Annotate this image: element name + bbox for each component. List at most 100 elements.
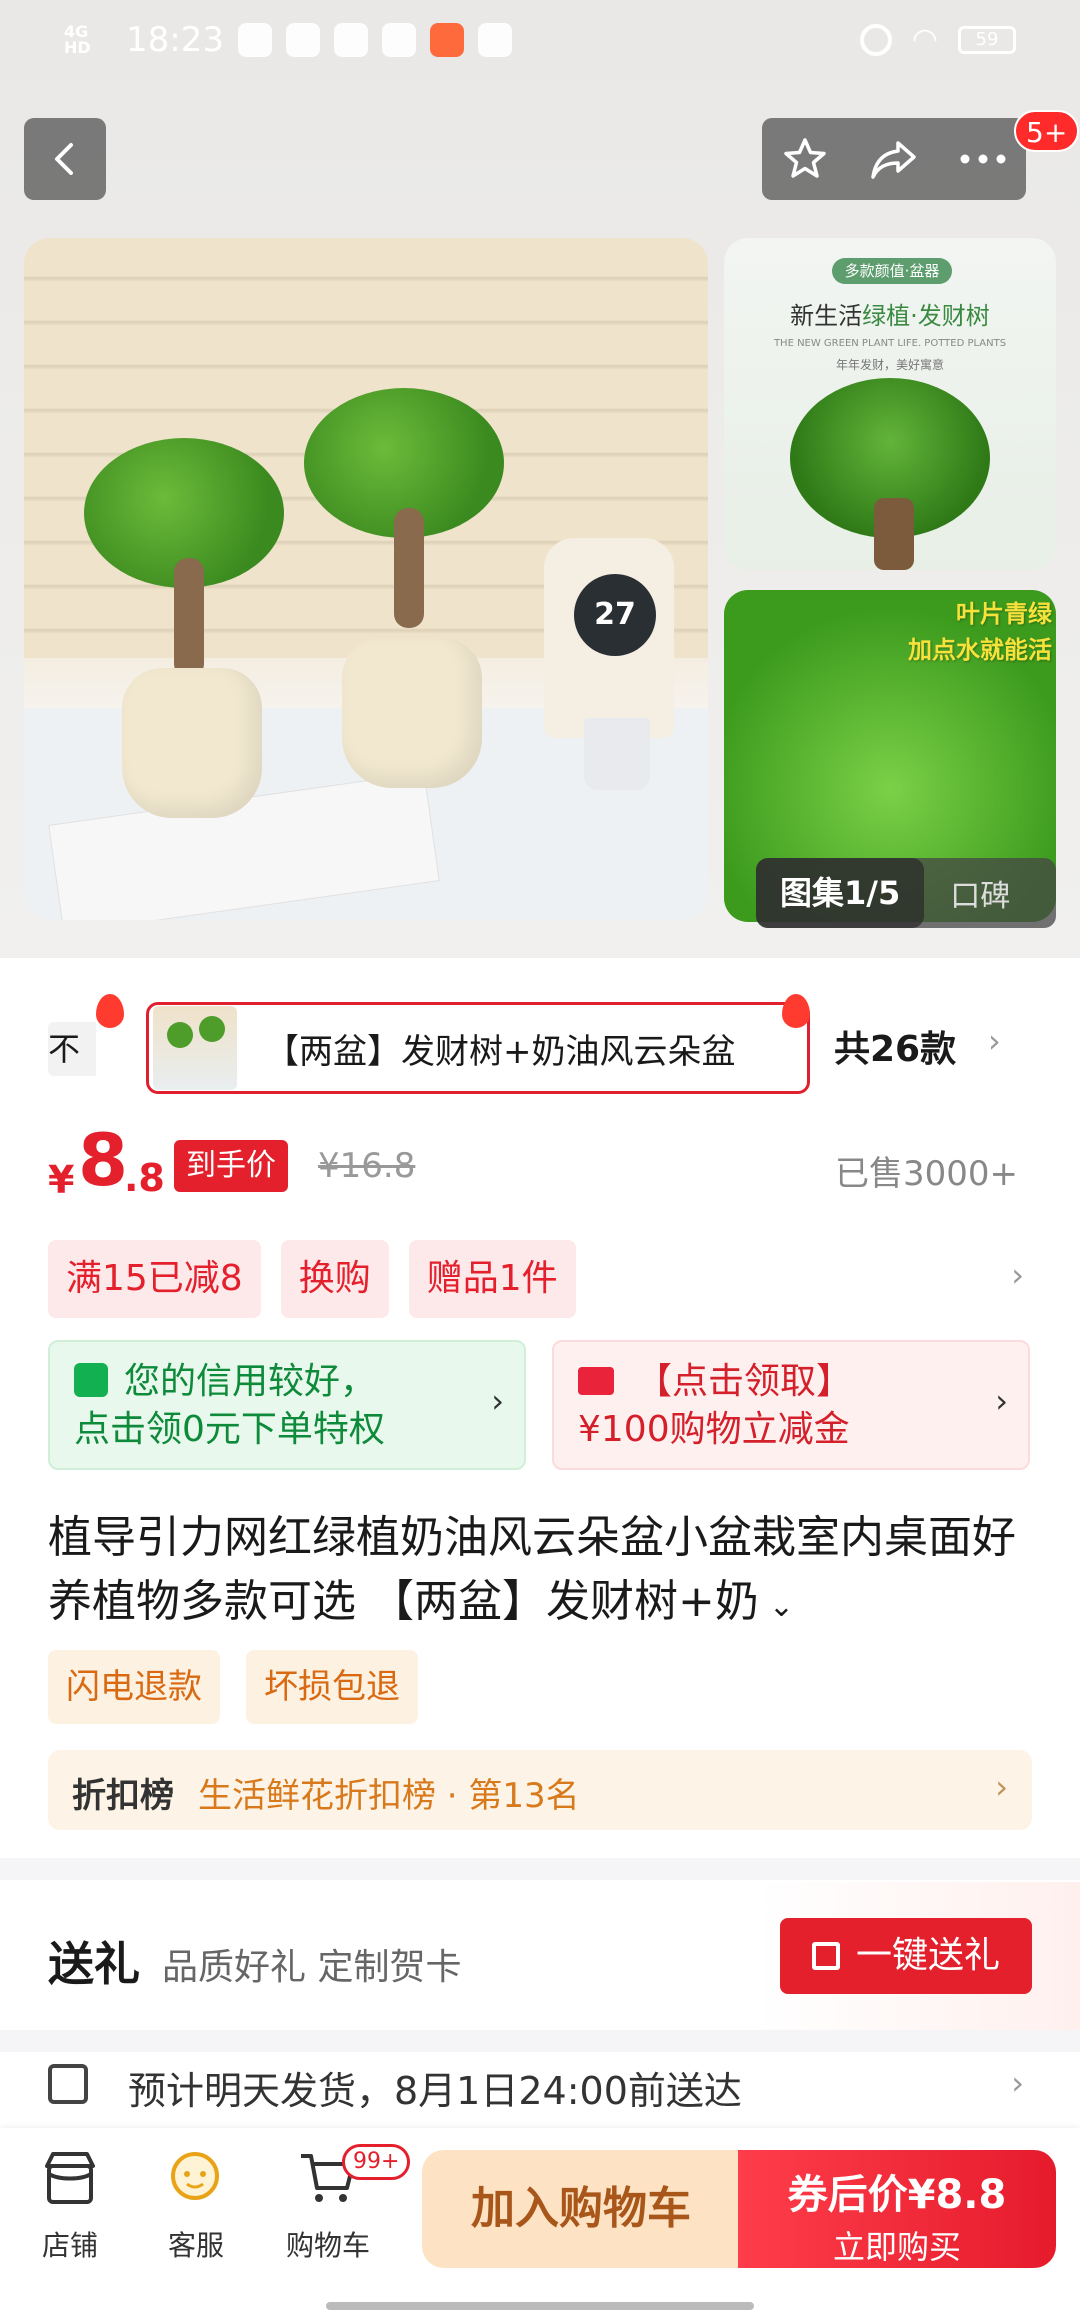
service-tags: 闪电退款 坏损包退 [48,1650,418,1724]
gift-title: 送礼 [48,1937,140,1991]
variant-selector: 不 【两盆】发财树+奶油风云朵盆 共26款 › [0,994,1080,1094]
cloud-icon [237,23,272,57]
ranking-text: 生活鲜花折扣榜 · 第13名 [198,1776,580,1816]
thumbnail-tag: 多款颜值·盆器 [832,258,952,284]
thumbnail-caption: 叶片青绿 加点水就能活 [908,600,1052,664]
section-divider [0,2030,1080,2052]
tab-gallery[interactable]: 图集1/5 [756,858,925,928]
back-button[interactable] [24,118,106,200]
plant-trunk [874,498,914,570]
gallery-thumbnail[interactable]: 多款颜值·盆器 新生活绿植·发财树 THE NEW GREEN PLANT LI… [724,238,1056,570]
clock-face: 27 [574,574,656,656]
ranking-bar[interactable]: 折扣榜 生活鲜花折扣榜 · 第13名 › [48,1750,1032,1830]
thumbnail-slogan: 年年发财，美好寓意 [835,358,944,372]
app-notification-icon [285,23,320,57]
customer-service-icon [171,2152,219,2200]
shipping-text: 预计明天发货，8月1日24:00前送达 [128,2069,742,2113]
plant-trunk [174,558,204,678]
gift-icon [811,1942,840,1970]
product-title[interactable]: 植导引力网红绿植奶油风云朵盆小盆栽室内桌面好养植物多款可选 【两盆】发财树+奶 ⌄ [48,1506,1038,1639]
product-gallery-area: 4G HD 18:23 ◠ 59 5+ 27 多款颜值·盆器 新生活绿植·发财树… [0,0,1080,958]
chevron-right-icon[interactable]: › [988,1022,1001,1060]
alarm-icon [859,23,892,56]
variant-label: 【两盆】发财树+奶油风云朵盆 [265,1031,736,1072]
battery-icon: 59 [958,25,1016,54]
card-text: 【点击领取】 [636,1361,853,1402]
star-icon[interactable] [781,135,829,183]
plant-trunk [394,508,424,628]
nav-store[interactable]: 店铺 [10,2148,130,2264]
chevron-right-icon: › [995,1768,1008,1806]
credit-privilege-card[interactable]: 您的信用较好， 点击领0元下单特权 › [48,1340,526,1470]
ranking-label: 折扣榜 [72,1776,174,1816]
cart-count-badge: 99+ [342,2144,411,2180]
card-text: ¥100购物立减金 [578,1409,850,1450]
hot-icon [96,994,124,1028]
section-divider [0,1858,1080,1880]
service-tag: 闪电退款 [48,1650,220,1724]
variant-thumbnail [153,1006,237,1090]
tab-reviews[interactable]: 口碑 [924,871,1010,915]
nav-cart[interactable]: 99+ 购物车 [268,2144,411,2264]
status-time: 18:23 [126,20,224,60]
variant-count[interactable]: 共26款 [834,1020,956,1072]
cup [584,718,650,790]
promotion-tags[interactable]: 满15已减8 换购 赠品1件 [48,1240,576,1318]
more-icon[interactable] [959,153,1007,165]
chevron-right-icon: › [491,1382,504,1420]
variant-chip[interactable]: 不 [48,1022,96,1076]
bottom-action-bar: 店铺 客服 99+ 购物车 加入购物车 券后价¥8.8 立即购买 [0,2128,1080,2316]
service-tag: 坏损包退 [246,1650,418,1724]
thumbnail-subtitle: THE NEW GREEN PLANT LIFE. POTTED PLANTS [773,338,1007,349]
coupon-card[interactable]: 【点击领取】 ¥100购物立减金 › [552,1340,1030,1470]
variant-chip-selected[interactable]: 【两盆】发财树+奶油风云朵盆 [146,1002,810,1094]
app-notification-icon [333,23,368,57]
shopping-bag-icon [74,1363,108,1397]
thumbnail-title: 新生活绿植·发财树 [790,302,990,330]
main-product-image[interactable]: 27 [24,238,708,920]
card-text: 点击领0元下单特权 [74,1409,385,1450]
hot-icon [782,994,810,1028]
buy-now-button[interactable]: 券后价¥8.8 立即购买 [738,2150,1056,2268]
card-text: 您的信用较好， [124,1361,377,1402]
back-icon [55,143,73,175]
chevron-down-icon[interactable]: ⌄ [769,1589,794,1624]
delivery-icon [48,2064,88,2104]
status-bar: 4G HD 18:23 ◠ 59 [0,0,1080,84]
promo-tag: 赠品1件 [408,1240,576,1318]
send-gift-button[interactable]: 一键送礼 [780,1918,1032,1994]
price-decimal: .8 [124,1156,165,1200]
store-icon [45,2152,95,2204]
product-details: 不 【两盆】发财树+奶油风云朵盆 共26款 › ¥ 8 .8 到手价 ¥16.8… [0,958,1080,2316]
promo-tag: 换购 [280,1240,389,1318]
wifi-icon: ◠ [911,22,938,57]
cloud-pot [342,638,482,788]
desk-clock: 27 [544,538,674,738]
app-notification-icon [429,23,464,57]
original-price: ¥16.8 [318,1146,416,1186]
share-icon[interactable] [868,135,920,183]
promo-tag: 满15已减8 [48,1240,261,1318]
book-icon [381,23,416,57]
weibo-icon [477,23,512,57]
price-integer: 8 [78,1118,129,1202]
gift-subtitle: 品质好礼 定制贺卡 [162,1947,462,1988]
header-actions [762,118,1026,200]
chevron-right-icon[interactable]: › [1011,1256,1024,1294]
card-icon [578,1367,614,1395]
final-price-tag: 到手价 [174,1140,288,1192]
price-row: ¥ 8 .8 到手价 ¥16.8 已售3000+ [0,1118,1080,1208]
message-count-badge: 5+ [1014,110,1080,152]
currency-symbol: ¥ [48,1158,75,1202]
cloud-pot [122,668,262,818]
nav-customer-service[interactable]: 客服 [136,2148,256,2264]
chevron-right-icon: › [1011,2064,1024,2102]
shipping-row[interactable]: 预计明天发货，8月1日24:00前送达 › [0,2052,1080,2132]
sold-count: 已售3000+ [834,1154,1018,1194]
gallery-switcher: 图集1/5 口碑 [756,858,1056,928]
network-indicator: 4G HD [64,22,91,57]
gift-section: 送礼 品质好礼 定制贺卡 一键送礼 [0,1882,1080,2030]
home-indicator [326,2302,754,2310]
chevron-right-icon: › [995,1382,1008,1420]
add-to-cart-button[interactable]: 加入购物车 [422,2150,740,2268]
